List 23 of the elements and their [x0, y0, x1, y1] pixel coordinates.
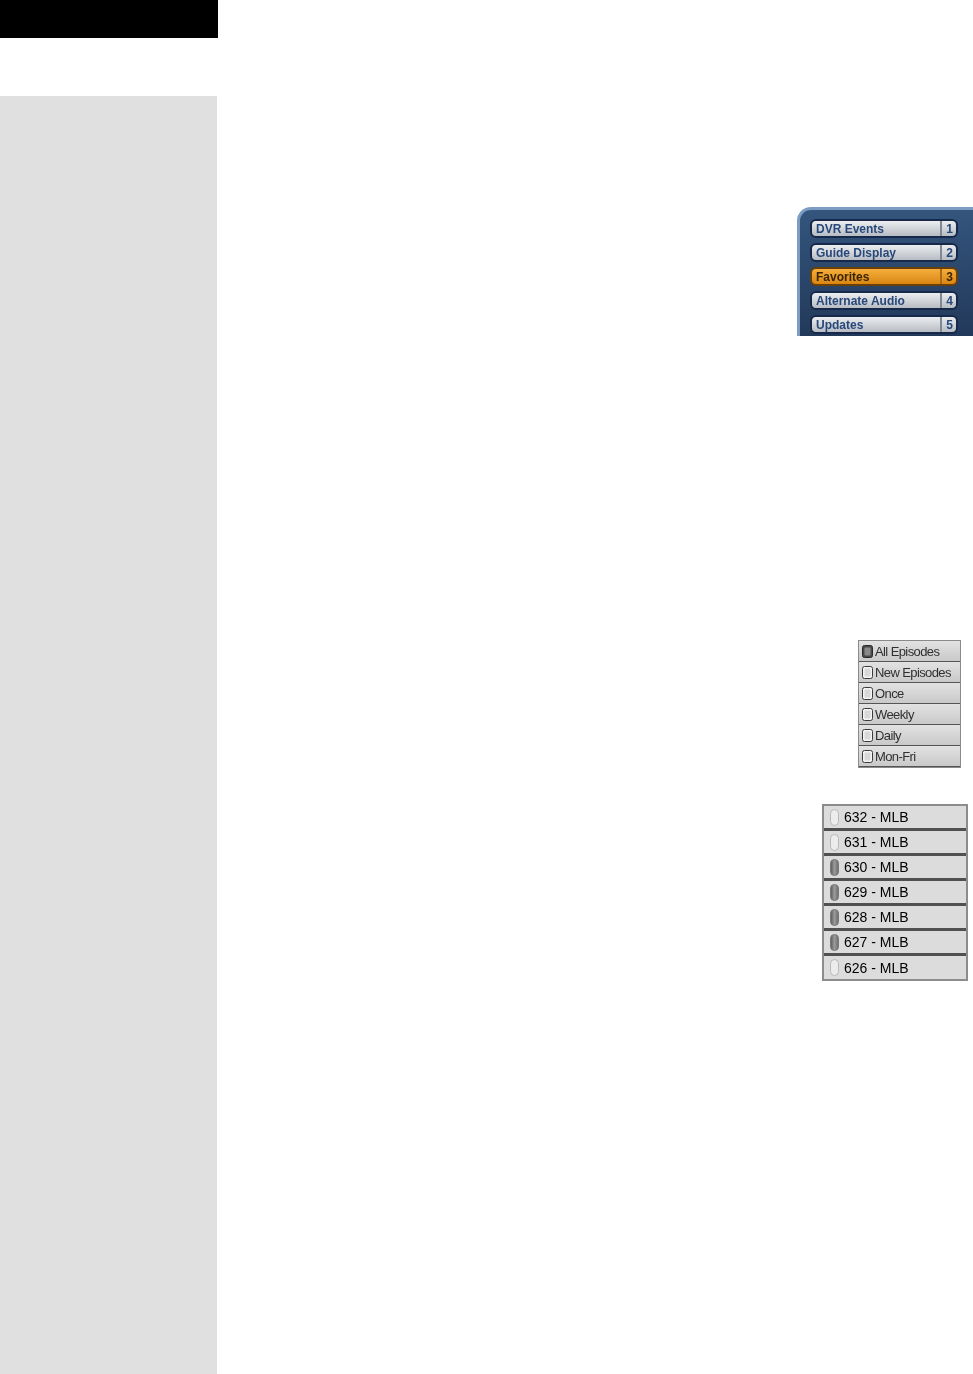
channel-item[interactable]: 632 - MLB: [824, 806, 966, 831]
channel-item[interactable]: 628 - MLB: [824, 906, 966, 931]
option-item[interactable]: New Episodes: [859, 662, 960, 683]
option-item[interactable]: Daily: [859, 725, 960, 746]
key-number: 1: [940, 221, 956, 236]
key-number: 2: [940, 245, 956, 260]
menu-item[interactable]: Updates 5: [810, 315, 958, 334]
option-item[interactable]: Mon-Fri: [859, 746, 960, 767]
option-item[interactable]: Weekly: [859, 704, 960, 725]
option-item[interactable]: Once: [859, 683, 960, 704]
menu-item[interactable]: Favorites 3: [810, 267, 958, 286]
channel-item[interactable]: 631 - MLB: [824, 831, 966, 856]
key-number: 5: [940, 317, 956, 332]
menu-item[interactable]: Guide Display 2: [810, 243, 958, 262]
option-item[interactable]: All Episodes: [859, 641, 960, 662]
key-number: 4: [940, 293, 956, 308]
channel-item[interactable]: 630 - MLB: [824, 856, 966, 881]
key-number: 3: [940, 269, 956, 284]
channel-item[interactable]: 626 - MLB: [824, 956, 966, 979]
menu-item[interactable]: Alternate Audio 4: [810, 291, 958, 310]
channel-item[interactable]: 629 - MLB: [824, 881, 966, 906]
menu-item[interactable]: DVR Events 1: [810, 219, 958, 238]
channel-item[interactable]: 627 - MLB: [824, 931, 966, 956]
